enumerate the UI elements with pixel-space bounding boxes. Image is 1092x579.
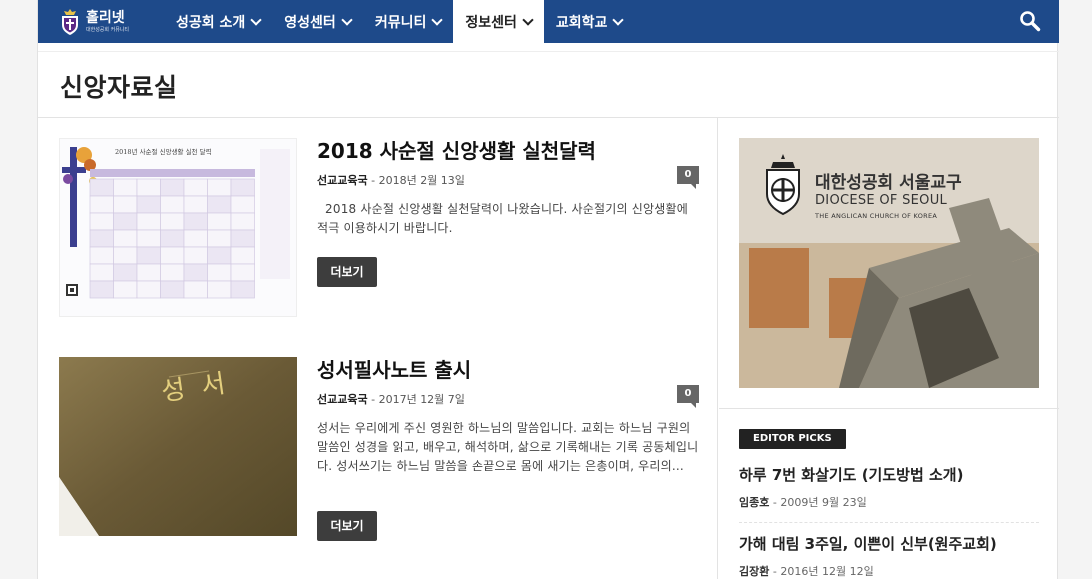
search-icon[interactable]	[1019, 10, 1041, 32]
pick-title[interactable]: 하루 7번 화살기도 (기도방법 소개)	[739, 465, 1039, 485]
post-author[interactable]: 선교교육국	[317, 393, 368, 406]
post-date: 2018년 2월 13일	[378, 174, 465, 187]
banner-korean-title: 대한성공회 서울교구	[815, 173, 962, 193]
read-more-button[interactable]: 더보기	[317, 257, 377, 287]
post-item: 성 서 성서필사노트 출시 선교교육국 - 2017년 12월 7일 0 성서는…	[59, 357, 699, 547]
logo-title: 홀리넷	[86, 9, 125, 26]
pick-date: 2016년 12월 12일	[780, 565, 874, 578]
post-date: 2017년 12월 7일	[378, 393, 465, 406]
post-thumbnail[interactable]: 2018년 사순절 신앙생활 실천 달력	[59, 138, 297, 317]
thumbnail-caption: 2018년 사순절 신앙생활 실천 달력	[115, 148, 212, 156]
post-excerpt: 성서는 우리에게 주신 영원한 하느님의 말씀입니다. 교회는 하느님 구원의 …	[317, 421, 699, 473]
post-thumbnail[interactable]: 성 서	[59, 357, 297, 536]
main-menu: 성공회 소개 영성센터 커뮤니티 정보센터 교회학교	[164, 0, 634, 43]
banner-english-title: DIOCESE OF SEOUL	[815, 193, 948, 208]
menu-item-label: 성공회 소개	[176, 14, 246, 31]
post-list: 2018년 사순절 신앙생활 실천 달력 2018 사순절 신앙생활 실천달력 …	[38, 118, 718, 579]
pick-divider	[739, 522, 1039, 523]
banner-subtitle: THE ANGLICAN CHURCH OF KOREA	[815, 212, 938, 220]
pick-date: 2009년 9월 23일	[780, 496, 867, 509]
top-navbar: 홀리넷 대한성공회 커뮤니티 성공회 소개 영성센터 커뮤니티 정보센터 교회학…	[38, 0, 1059, 43]
comment-count-badge[interactable]: 0	[677, 166, 699, 189]
chevron-down-icon	[341, 13, 353, 26]
meta-separator: -	[371, 393, 379, 406]
meta-separator: -	[371, 174, 379, 187]
page-title: 신앙자료실	[60, 73, 178, 102]
menu-item-community[interactable]: 커뮤니티	[363, 0, 454, 43]
post-title[interactable]: 성서필사노트 출시	[317, 357, 699, 383]
page: 홀리넷 대한성공회 커뮤니티 성공회 소개 영성센터 커뮤니티 정보센터 교회학…	[0, 0, 1092, 579]
chevron-down-icon	[612, 13, 625, 26]
post-meta: 선교교육국 - 2017년 12월 7일 0	[317, 385, 699, 408]
menu-item-label: 정보센터	[465, 14, 517, 31]
post-body: 성서필사노트 출시 선교교육국 - 2017년 12월 7일 0 성서는 우리에…	[317, 357, 699, 541]
pick-author[interactable]: 임종호	[739, 496, 769, 509]
content-frame: 홀리넷 대한성공회 커뮤니티 성공회 소개 영성센터 커뮤니티 정보센터 교회학…	[37, 0, 1059, 579]
editor-picks-label: EDITOR PICKS	[739, 429, 846, 449]
post-meta: 선교교육국 - 2018년 2월 13일 0	[317, 166, 699, 189]
chevron-down-icon	[431, 13, 444, 26]
chevron-down-icon	[522, 13, 534, 26]
sidebar: 대한성공회 서울교구 DIOCESE OF SEOUL THE ANGLICAN…	[719, 118, 1059, 579]
logo-subtitle: 대한성공회 커뮤니티	[86, 26, 129, 33]
editor-pick-item: 가해 대림 3주일, 이쁜이 신부(원주교회) 김장환 - 2016년 12월 …	[739, 534, 1039, 579]
pick-author[interactable]: 김장환	[739, 565, 769, 578]
menu-item-label: 커뮤니티	[374, 14, 427, 31]
page-title-bar: 신앙자료실	[38, 51, 1059, 118]
sidebar-divider	[719, 408, 1059, 409]
diocese-banner[interactable]: 대한성공회 서울교구 DIOCESE OF SEOUL THE ANGLICAN…	[739, 138, 1039, 388]
pick-meta: 임종호 - 2009년 9월 23일	[739, 494, 1039, 510]
menu-item-label: 영성센터	[284, 14, 336, 31]
post-body: 2018 사순절 신앙생활 실천달력 선교교육국 - 2018년 2월 13일 …	[317, 138, 699, 287]
post-item: 2018년 사순절 신앙생활 실천 달력 2018 사순절 신앙생활 실천달력 …	[59, 138, 699, 328]
read-more-button[interactable]: 더보기	[317, 511, 377, 541]
menu-item-label: 교회학교	[555, 14, 608, 31]
site-logo[interactable]: 홀리넷 대한성공회 커뮤니티	[38, 0, 164, 43]
shield-logo-icon	[60, 8, 80, 35]
post-title[interactable]: 2018 사순절 신앙생활 실천달력	[317, 138, 699, 164]
menu-item-anglican-intro[interactable]: 성공회 소개	[164, 0, 272, 43]
pick-title[interactable]: 가해 대림 3주일, 이쁜이 신부(원주교회)	[739, 534, 1039, 554]
menu-item-spiritual-center[interactable]: 영성센터	[272, 0, 363, 43]
editor-pick-item: 하루 7번 화살기도 (기도방법 소개) 임종호 - 2009년 9월 23일	[739, 465, 1039, 510]
post-author[interactable]: 선교교육국	[317, 174, 368, 187]
menu-item-info-center[interactable]: 정보센터	[453, 0, 544, 43]
menu-item-church-school[interactable]: 교회학교	[544, 0, 635, 43]
post-excerpt: 2018 사순절 신앙생활 실천달력이 나왔습니다. 사순절기의 신앙생활에 적…	[317, 202, 692, 235]
pick-meta: 김장환 - 2016년 12월 12일	[739, 563, 1039, 579]
chevron-down-icon	[250, 13, 262, 26]
comment-count-badge[interactable]: 0	[677, 385, 699, 408]
